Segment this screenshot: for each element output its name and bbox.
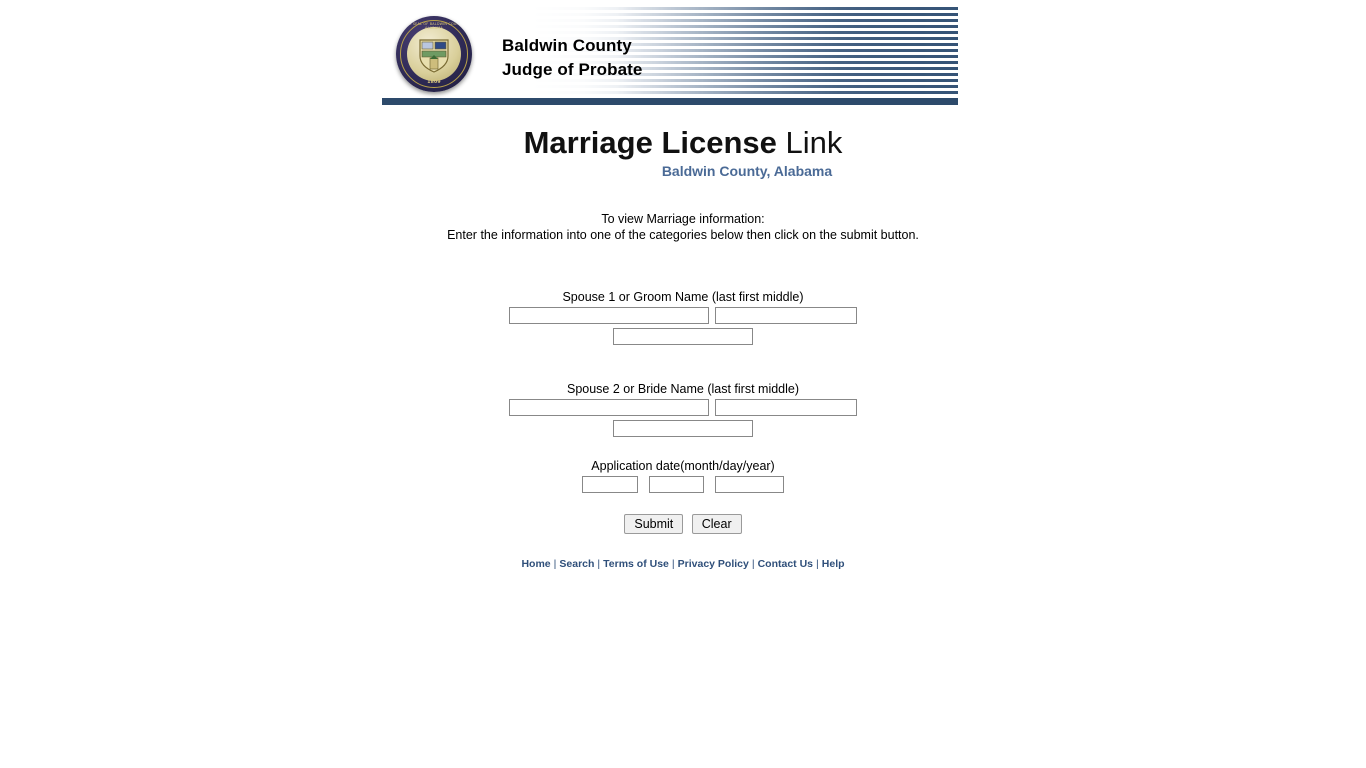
footer-link-contact-us[interactable]: Contact Us (758, 558, 813, 570)
spouse1-field-group: Spouse 1 or Groom Name (last first middl… (0, 290, 1366, 345)
footer-link-help[interactable]: Help (822, 558, 845, 570)
submit-button[interactable]: Submit (624, 514, 684, 534)
application-date-day-input[interactable] (649, 476, 704, 493)
spouse1-middle-name-input[interactable] (613, 328, 753, 345)
application-date-field-group: Application date(month/day/year) (0, 459, 1366, 494)
spouse1-middle-row (0, 325, 1366, 345)
spouse2-last-name-input[interactable] (508, 399, 709, 416)
application-date-label: Application date(month/day/year) (591, 459, 775, 473)
spouse1-label: Spouse 1 or Groom Name (last first middl… (562, 290, 804, 304)
spouse1-last-name-input[interactable] (508, 307, 709, 324)
spouse1-first-name-input[interactable] (715, 307, 858, 324)
spouse2-field-group: Spouse 2 or Bride Name (last first middl… (0, 382, 1366, 437)
footer-link-terms-of-use[interactable]: Terms of Use (603, 558, 669, 570)
footer-separator: | (816, 558, 819, 570)
spouse2-name-row (0, 399, 1366, 417)
spouse2-label: Spouse 2 or Bride Name (last first middl… (566, 382, 800, 396)
footer-links: Home | Search | Terms of Use | Privacy Policy |… (0, 558, 1366, 570)
application-date-year-input[interactable] (715, 476, 785, 493)
spouse2-first-name-input[interactable] (715, 399, 858, 416)
marriage-search-form: Spouse 1 or Groom Name (last first middl… (0, 0, 1366, 768)
form-button-row: Submit Clear (0, 514, 1366, 534)
spouse2-middle-row (0, 417, 1366, 437)
application-date-row (0, 476, 1366, 494)
spouse2-middle-name-input[interactable] (613, 420, 753, 437)
footer-separator: | (751, 558, 755, 570)
footer-link-search[interactable]: Search (559, 558, 594, 570)
footer-separator: | (597, 558, 601, 570)
spouse1-name-row (0, 307, 1366, 325)
footer-link-privacy-policy[interactable]: Privacy Policy (678, 558, 749, 570)
application-date-month-input[interactable] (581, 476, 638, 493)
clear-button[interactable]: Clear (691, 514, 742, 534)
footer-separator: | (671, 558, 675, 570)
footer-link-home[interactable]: Home (521, 558, 550, 570)
